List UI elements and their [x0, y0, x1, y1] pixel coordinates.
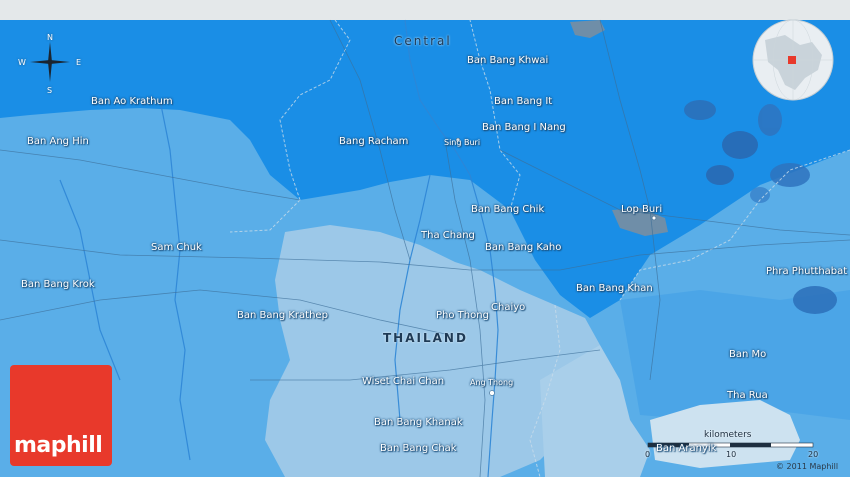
place-pho-thong[interactable]: Pho Thong: [436, 310, 489, 321]
place-wiset-chai-chan[interactable]: Wiset Chai Chan: [362, 376, 444, 387]
place-ang-thong[interactable]: Ang Thong: [470, 378, 513, 387]
country-label: THAILAND: [383, 331, 468, 345]
globe-inset: [752, 19, 834, 101]
region-label: Central: [394, 34, 452, 48]
map-viewport[interactable]: N S E W Central THAILAND Ban Bang Khwai …: [0, 0, 850, 477]
compass-e: E: [76, 58, 82, 67]
scale-bar: kilometers 0 10 20: [640, 428, 830, 464]
place-ban-bang-i-nang[interactable]: Ban Bang I Nang: [482, 122, 566, 133]
place-ban-bang-chik[interactable]: Ban Bang Chik: [471, 204, 544, 215]
place-phra-phutthabat[interactable]: Phra Phutthabat: [766, 266, 847, 277]
top-strip: [0, 0, 850, 20]
maphill-logo[interactable]: maphill: [10, 365, 112, 466]
place-ban-bang-kaho[interactable]: Ban Bang Kaho: [485, 242, 561, 253]
place-ban-bang-chak[interactable]: Ban Bang Chak: [380, 443, 457, 454]
place-sam-chuk[interactable]: Sam Chuk: [151, 242, 202, 253]
place-chaiyo[interactable]: Chaiyo: [491, 302, 525, 313]
place-tha-rua[interactable]: Tha Rua: [727, 390, 768, 401]
compass-s: S: [47, 86, 53, 95]
copyright-notice: © 2011 Maphill: [776, 462, 839, 471]
scale-tick-0: 0: [645, 450, 651, 459]
maphill-logo-text: maphill: [14, 433, 103, 458]
scale-tick-20: 20: [808, 450, 819, 459]
scale-unit: kilometers: [704, 430, 752, 440]
place-ban-ang-hin[interactable]: Ban Ang Hin: [27, 136, 89, 147]
scale-tick-10: 10: [726, 450, 737, 459]
place-ban-bang-krathep[interactable]: Ban Bang Krathep: [237, 310, 328, 321]
place-ban-bang-khan[interactable]: Ban Bang Khan: [576, 283, 653, 294]
place-ban-bang-khanak[interactable]: Ban Bang Khanak: [374, 417, 463, 428]
place-lop-buri[interactable]: Lop Buri: [621, 204, 662, 215]
place-ban-mo[interactable]: Ban Mo: [729, 349, 766, 360]
place-ban-bang-krok[interactable]: Ban Bang Krok: [21, 279, 95, 290]
place-ban-bang-it[interactable]: Ban Bang It: [494, 96, 552, 107]
place-ban-bang-khwai[interactable]: Ban Bang Khwai: [467, 55, 548, 66]
place-tha-chang[interactable]: Tha Chang: [421, 230, 475, 241]
place-bang-racham[interactable]: Bang Racham: [339, 136, 408, 147]
compass-n: N: [47, 33, 53, 42]
place-ban-ao-krathum[interactable]: Ban Ao Krathum: [91, 96, 173, 107]
place-sing-buri[interactable]: Sing Buri: [444, 138, 480, 147]
compass-w: W: [18, 58, 26, 67]
